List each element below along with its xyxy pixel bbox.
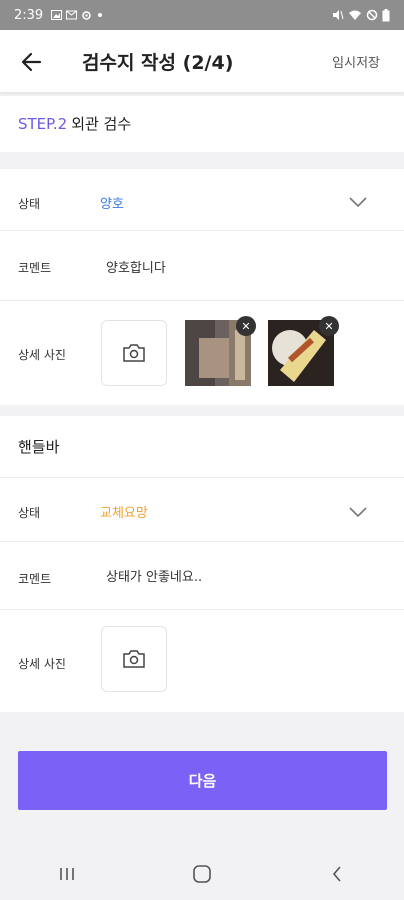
comment-value[interactable]: 양호합니다 (106, 257, 166, 276)
page-title: 검수지 작성 (2/4) (82, 52, 234, 74)
add-photo-button[interactable] (101, 320, 167, 386)
temp-save-button[interactable]: 임시저장 (332, 52, 380, 71)
comment-label: 코멘트 (18, 572, 52, 586)
mute-icon (333, 10, 344, 20)
back-arrow-icon[interactable] (18, 48, 46, 76)
photo-row: 상세 사진 (0, 610, 404, 712)
next-button[interactable]: 다음 (18, 751, 387, 810)
state-value: 양호 (100, 197, 124, 212)
inspection-section-exterior: 상태 양호 코멘트 양호합니다 상세 사진 ✕ ✕ (0, 169, 404, 405)
chevron-down-icon[interactable] (348, 506, 368, 518)
battery-icon (382, 8, 390, 21)
status-time: 2:39 (14, 7, 44, 23)
item-title-row: 핸들바 (0, 416, 404, 478)
photo-label: 상세 사진 (18, 657, 66, 671)
back-chevron-icon (332, 866, 341, 882)
gallery-icon (51, 10, 63, 20)
back-nav-button[interactable] (317, 854, 357, 894)
comment-row[interactable]: 코멘트 상태가 안좋네요.. (0, 542, 404, 610)
home-button[interactable] (182, 854, 222, 894)
remove-photo-button[interactable]: ✕ (236, 316, 256, 336)
recent-apps-button[interactable] (47, 854, 87, 894)
step-number: STEP.2 (18, 115, 68, 133)
state-label: 상태 (18, 506, 41, 520)
comment-value[interactable]: 상태가 안좋네요.. (106, 566, 202, 585)
comment-label: 코멘트 (18, 261, 52, 275)
system-nav-bar (0, 848, 404, 900)
chevron-down-icon[interactable] (348, 196, 368, 208)
state-row[interactable]: 상태 양호 (0, 169, 404, 231)
state-row[interactable]: 상태 교체요망 (0, 478, 404, 542)
mail-icon (66, 10, 78, 20)
app-header: 검수지 작성 (2/4) 임시저장 (0, 30, 404, 92)
item-title: 핸들바 (18, 438, 60, 456)
camera-icon (123, 650, 145, 668)
step-card: STEP.2 외관 검수 (0, 96, 404, 152)
photo-label: 상세 사진 (18, 348, 66, 362)
status-bar: 2:39 (0, 0, 404, 30)
settings-icon (82, 10, 91, 20)
remove-photo-button[interactable]: ✕ (319, 316, 339, 336)
wifi-icon (349, 10, 361, 20)
dot-icon (98, 13, 103, 17)
inspection-section-handlebar: 핸들바 상태 교체요망 코멘트 상태가 안좋네요.. 상세 사진 (0, 416, 404, 712)
photo-row: 상세 사진 ✕ ✕ (0, 301, 404, 405)
step-title: 외관 검수 (71, 115, 132, 133)
state-value: 교체요망 (100, 506, 148, 521)
comment-row[interactable]: 코멘트 양호합니다 (0, 231, 404, 301)
state-label: 상태 (18, 197, 41, 211)
add-photo-button[interactable] (101, 626, 167, 692)
dnd-icon (366, 9, 378, 21)
home-icon (193, 865, 211, 883)
recent-apps-icon (60, 868, 75, 880)
camera-icon (123, 344, 145, 362)
